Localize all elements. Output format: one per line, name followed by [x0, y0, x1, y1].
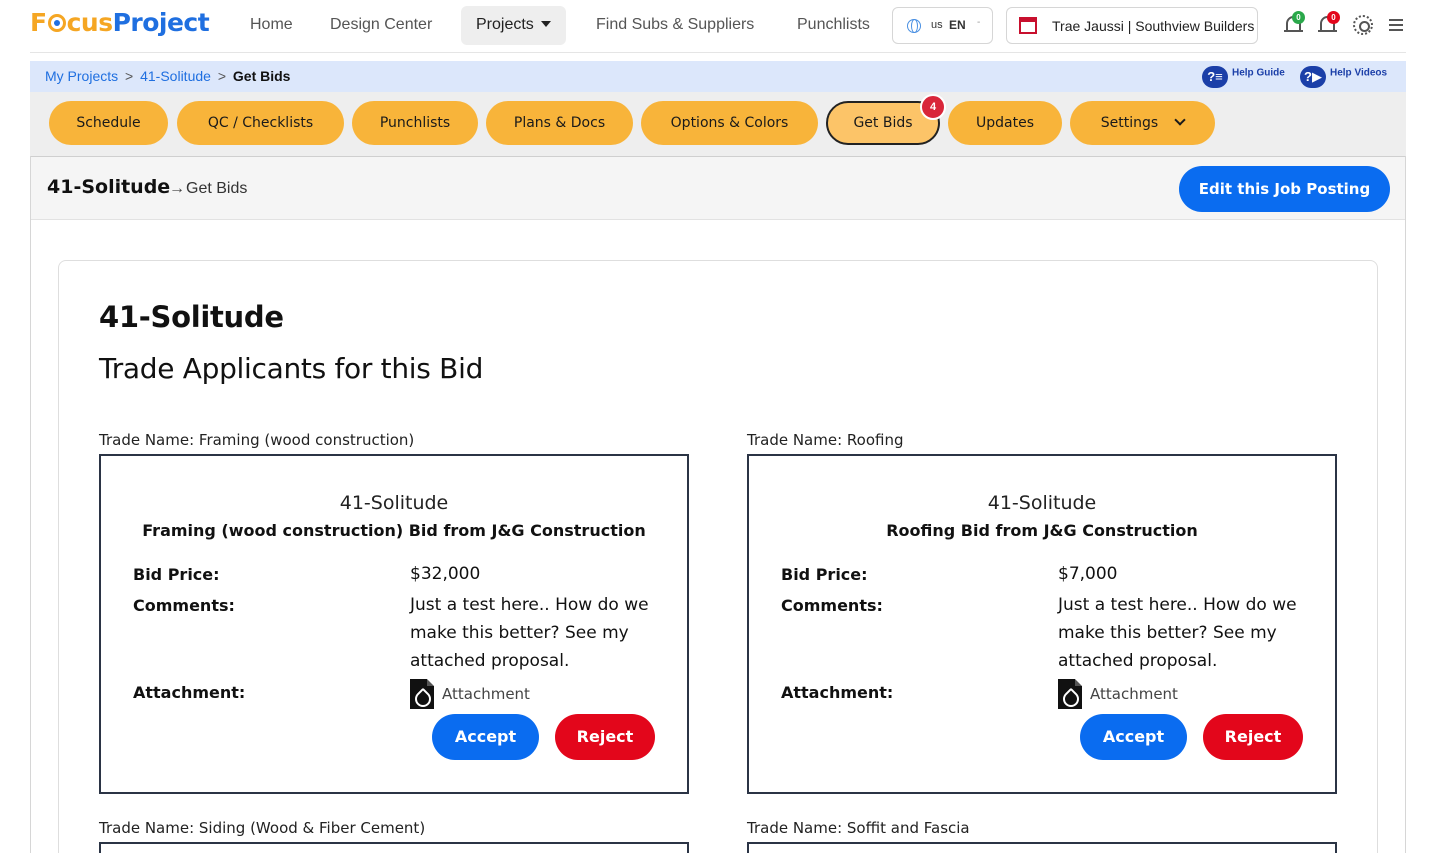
reject-button[interactable]: Reject: [555, 714, 655, 760]
bid-title: Framing (wood construction) Bid from J&G…: [142, 521, 646, 540]
bid-card: 41-Solitude Framing (wood construction) …: [99, 454, 689, 794]
attachment-label: Attachment:: [781, 683, 894, 702]
breadcrumb-my-projects[interactable]: My Projects: [45, 68, 118, 84]
nav-home[interactable]: Home: [250, 16, 293, 34]
bid-price-label: Bid Price:: [781, 565, 868, 584]
tab-options-colors[interactable]: Options & Colors: [641, 101, 818, 145]
arrow-right-icon: →: [169, 180, 185, 197]
nav-projects-dropdown[interactable]: Projects: [461, 6, 566, 45]
bid-price-value: $7,000: [1058, 564, 1118, 584]
breadcrumb: My Projects > 41-Solitude > Get Bids: [45, 68, 290, 84]
pdf-file-icon[interactable]: [410, 679, 434, 709]
dropdown-dash-icon: -: [977, 17, 981, 28]
user-company-label: Trae Jaussi | Southview Builders: [1052, 18, 1255, 34]
notif-badge-red: 0: [1327, 11, 1340, 24]
help-guide-label: Help Guide: [1232, 67, 1285, 79]
language-selector[interactable]: us EN -: [892, 7, 993, 44]
bid-card: 41-Solitude Roofing Bid from J&G Constru…: [747, 454, 1337, 794]
tab-settings[interactable]: Settings: [1070, 101, 1215, 145]
comments-label: Comments:: [781, 596, 883, 615]
pdf-file-icon[interactable]: [1058, 679, 1082, 709]
nav-divider: [30, 52, 1406, 53]
hamburger-menu-icon[interactable]: [1389, 19, 1403, 31]
get-bids-count-badge: 4: [920, 94, 946, 120]
breadcrumb-current: Get Bids: [232, 68, 291, 84]
logo-text-cus: cus: [66, 8, 114, 37]
account-switcher[interactable]: Trae Jaussi | Southview Builders: [1006, 7, 1258, 44]
help-videos-icon: ?▶: [1300, 66, 1326, 88]
panel-subtitle: Get Bids: [186, 180, 248, 197]
chevron-down-icon: [1174, 114, 1186, 126]
logo-text-f: F: [30, 8, 47, 37]
bid-card: [99, 842, 689, 853]
breadcrumb-separator: >: [125, 68, 134, 84]
comments-value: Just a test here.. How do we make this b…: [1058, 595, 1297, 671]
bid-price-value: $32,000: [410, 564, 481, 584]
nav-design-center[interactable]: Design Center: [330, 16, 432, 34]
bid-price-label: Bid Price:: [133, 565, 220, 584]
panel-title: 41-Solitude: [47, 176, 171, 198]
trade-name-label: Trade Name: Roofing: [747, 431, 904, 449]
panel-header: 41-Solitude → Get Bids Edit this Job Pos…: [31, 156, 1405, 220]
builder-building-icon: [1019, 17, 1037, 34]
nav-punchlists[interactable]: Punchlists: [797, 16, 870, 34]
help-guide-link[interactable]: ?≡ Help Guide: [1202, 66, 1285, 88]
comments-label: Comments:: [133, 596, 235, 615]
breadcrumb-bar: My Projects > 41-Solitude > Get Bids ?≡ H…: [30, 61, 1406, 92]
trade-name-label: Trade Name: Soffit and Fascia: [747, 819, 970, 837]
tab-qc-checklists[interactable]: QC / Checklists: [177, 101, 344, 145]
edit-job-posting-button[interactable]: Edit this Job Posting: [1179, 166, 1390, 212]
accept-button[interactable]: Accept: [1080, 714, 1187, 760]
tab-punchlists[interactable]: Punchlists: [352, 101, 478, 145]
section-heading: Trade Applicants for this Bid: [99, 352, 484, 385]
nav-projects-label: Projects: [476, 16, 534, 33]
help-videos-label: Help Videos: [1330, 67, 1388, 79]
tab-updates[interactable]: Updates: [948, 101, 1062, 145]
attachment-link[interactable]: Attachment: [442, 685, 530, 703]
accept-button[interactable]: Accept: [432, 714, 539, 760]
language-code: EN: [949, 18, 966, 32]
bid-job-name: 41-Solitude: [339, 492, 449, 514]
nav-find-subs-suppliers[interactable]: Find Subs & Suppliers: [596, 16, 754, 34]
trade-name-label: Trade Name: Siding (Wood & Fiber Cement): [99, 819, 426, 837]
bid-card: [747, 842, 1337, 853]
globe-icon: [907, 19, 921, 33]
caret-down-icon: [540, 21, 551, 27]
breadcrumb-project[interactable]: 41-Solitude: [140, 68, 211, 84]
job-heading: 41-Solitude: [99, 300, 284, 334]
attachment-label: Attachment:: [133, 683, 246, 702]
attachment-link[interactable]: Attachment: [1090, 685, 1178, 703]
help-videos-link[interactable]: ?▶ Help Videos: [1300, 66, 1387, 88]
logo-text-project: Project: [112, 8, 210, 37]
help-guide-icon: ?≡: [1202, 66, 1228, 88]
logo-target-icon: [47, 14, 66, 32]
reject-button[interactable]: Reject: [1203, 714, 1303, 760]
breadcrumb-separator: >: [217, 68, 226, 84]
tab-settings-label: Settings: [1100, 115, 1159, 131]
tab-plans-docs[interactable]: Plans & Docs: [486, 101, 633, 145]
top-navbar: FcusProject Home Design Center Projects …: [0, 0, 1435, 52]
trade-name-label: Trade Name: Framing (wood construction): [99, 431, 415, 449]
language-country: us: [931, 19, 943, 31]
project-tabs-bar: Schedule QC / Checklists Punchlists Plan…: [30, 92, 1406, 156]
focusproject-logo[interactable]: FcusProject: [30, 8, 210, 37]
bid-title: Roofing Bid from J&G Construction: [886, 521, 1198, 540]
bid-job-name: 41-Solitude: [987, 492, 1097, 514]
tab-schedule[interactable]: Schedule: [49, 101, 168, 145]
notif-badge-green: 0: [1292, 11, 1305, 24]
comments-value: Just a test here.. How do we make this b…: [410, 595, 649, 671]
gear-icon[interactable]: [1353, 15, 1373, 35]
